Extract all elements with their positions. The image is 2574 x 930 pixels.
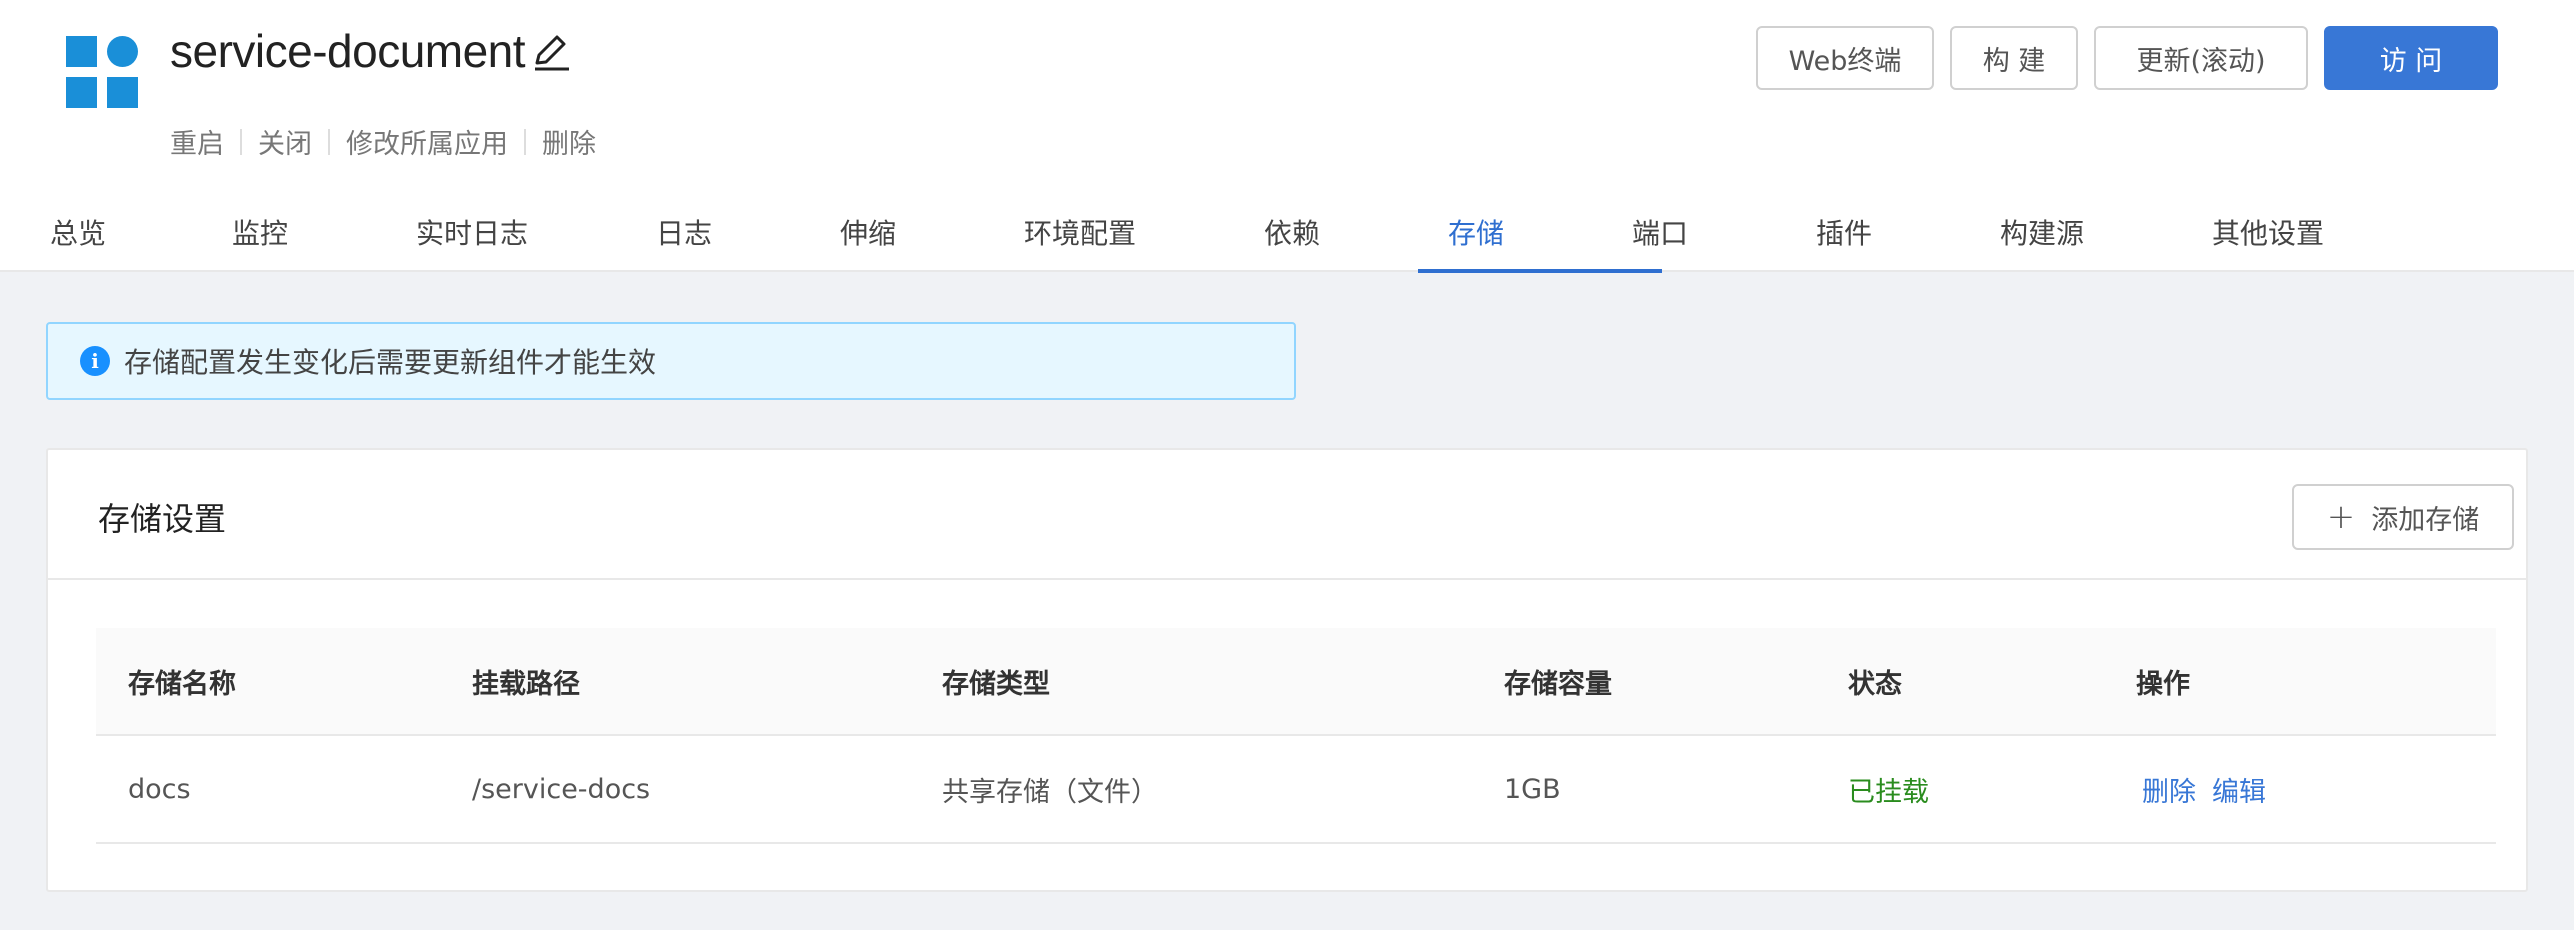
tab-storage[interactable]: 存储 [1418,200,1662,273]
mount-path-cell: /service-docs [472,773,651,805]
tab-realtime-log[interactable]: 实时日志 [416,200,656,272]
tab-scaling[interactable]: 伸缩 [840,200,1024,272]
column-header-type: 存储类型 [942,668,1050,700]
restart-link[interactable]: 重启 [170,122,224,161]
tab-ports[interactable]: 端口 [1632,200,1816,272]
status-badge: 已挂载 [1848,776,1929,808]
storage-settings-card: 存储设置 + 添加存储 存储名称 挂载路径 存储类型 存储容量 状态 操作 do… [46,448,2528,892]
sub-actions-bar: 重启 关闭 修改所属应用 删除 [170,122,596,161]
rolling-update-button[interactable]: 更新(滚动) [2094,26,2308,90]
tab-bar: 总览 监控 实时日志 日志 伸缩 环境配置 依赖 存储 端口 插件 构建源 其他… [50,200,2392,273]
tab-plugins[interactable]: 插件 [1816,200,2000,272]
close-link[interactable]: 关闭 [258,122,312,161]
app-header: service-document 重启 关闭 修改所属应用 删除 Web终端 构… [0,0,2574,273]
storage-name-cell: docs [128,773,191,805]
storage-type-cell: 共享存储（文件） [942,776,1158,808]
tab-dependency[interactable]: 依赖 [1264,200,1448,272]
info-icon: i [80,346,110,376]
visit-button[interactable]: 访 问 [2324,26,2498,90]
app-logo-icon [66,36,138,108]
capacity-cell: 1GB [1504,773,1561,805]
delete-storage-link[interactable]: 删除 [2142,770,2196,809]
divider [240,128,242,155]
edit-name-icon[interactable] [529,29,573,73]
alert-text: 存储配置发生变化后需要更新组件才能生效 [124,346,657,379]
edit-storage-link[interactable]: 编辑 [2212,770,2266,809]
delete-component-link[interactable]: 删除 [542,122,596,161]
column-header-capacity: 存储容量 [1504,668,1612,700]
header-buttons: Web终端 构 建 更新(滚动) 访 问 [1756,26,2498,90]
change-app-link[interactable]: 修改所属应用 [346,122,508,161]
info-alert: i 存储配置发生变化后需要更新组件才能生效 [46,322,1296,400]
divider [328,128,330,155]
tab-build-source[interactable]: 构建源 [2000,200,2212,272]
table-header: 存储名称 挂载路径 存储类型 存储容量 状态 操作 [96,628,2496,736]
web-terminal-button[interactable]: Web终端 [1756,26,1934,90]
tab-monitor[interactable]: 监控 [232,200,416,272]
add-storage-button[interactable]: + 添加存储 [2292,484,2514,550]
add-storage-label: 添加存储 [2371,504,2480,536]
column-header-status: 状态 [1848,668,1902,700]
tab-other-settings[interactable]: 其他设置 [2212,200,2392,272]
card-header: 存储设置 + 添加存储 [48,450,2526,580]
tab-overview[interactable]: 总览 [50,200,232,272]
plus-icon: + [2326,497,2356,537]
column-header-path: 挂载路径 [472,668,580,700]
tab-log[interactable]: 日志 [656,200,840,272]
divider [524,128,526,155]
storage-table: 存储名称 挂载路径 存储类型 存储容量 状态 操作 docs /service-… [96,628,2496,844]
tab-env-config[interactable]: 环境配置 [1024,200,1264,272]
column-header-actions: 操作 [2136,668,2190,700]
column-header-name: 存储名称 [128,668,236,700]
page-title: service-document [170,24,573,78]
component-name: service-document [170,25,526,77]
card-title: 存储设置 [98,500,227,538]
table-row: docs /service-docs 共享存储（文件） 1GB 已挂载 删除 编… [96,736,2496,844]
build-button[interactable]: 构 建 [1950,26,2078,90]
